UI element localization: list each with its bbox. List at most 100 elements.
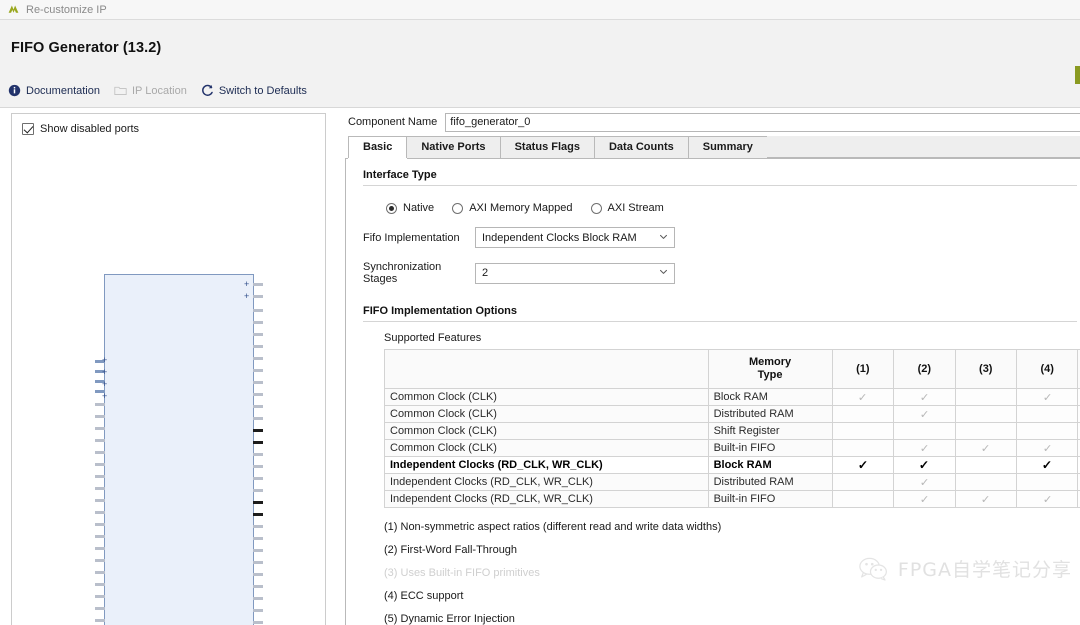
footnotes: (1) Non-symmetric aspect ratios (differe… bbox=[346, 508, 1080, 625]
cell-support-3 bbox=[954, 388, 1018, 406]
cell-support-3: ✓ bbox=[954, 439, 1018, 457]
documentation-button[interactable]: Documentation bbox=[8, 84, 100, 97]
cell-support-2: ✓ bbox=[893, 439, 956, 457]
cell-support-1: ✓ bbox=[831, 388, 895, 406]
cell-support-4 bbox=[1015, 473, 1079, 491]
header-toolbar: Documentation IP Location Switch to Defa… bbox=[8, 84, 307, 97]
check-icon: ✓ bbox=[980, 493, 991, 506]
switch-to-defaults-label: Switch to Defaults bbox=[218, 84, 307, 97]
ip-pin-left bbox=[95, 451, 105, 454]
ip-pin-right bbox=[253, 283, 263, 286]
table-row: Independent Clocks (RD_CLK, WR_CLK) Distr… bbox=[384, 473, 1080, 491]
component-name-label: Component Name bbox=[348, 116, 438, 128]
ip-pin-left bbox=[95, 403, 105, 406]
check-icon: ✓ bbox=[919, 408, 930, 421]
interface-type-radio-group: Native AXI Memory Mapped AXI Stream bbox=[346, 186, 1080, 214]
chevron-down-icon bbox=[659, 232, 668, 244]
dialog-body: Show disabled ports + + + + + + Component Na… bbox=[0, 108, 1080, 625]
col-memory-type-line1: Memory bbox=[748, 356, 792, 368]
radio-axi-stream[interactable] bbox=[590, 202, 602, 214]
component-name-input[interactable] bbox=[445, 112, 1080, 132]
ip-pin-right bbox=[253, 309, 263, 312]
synchronization-stages-label: Synchronization Stages bbox=[363, 261, 442, 285]
cell-memory-type: Built-in FIFO bbox=[707, 490, 833, 508]
col-4: (4) bbox=[1015, 349, 1079, 389]
expand-bus-icon[interactable]: + bbox=[102, 380, 107, 389]
cell-feature: Common Clock (CLK) bbox=[384, 405, 709, 423]
cell-memory-type: Distributed RAM bbox=[707, 473, 833, 491]
config-panel: Component Name Basic Native Ports Status… bbox=[345, 112, 1080, 625]
ip-pin-right bbox=[253, 609, 263, 612]
ip-pin-right bbox=[253, 453, 263, 456]
table-row: Common Clock (CLK)Built-in FIFO✓✓✓✓ bbox=[384, 439, 1080, 457]
show-disabled-ports-label: Show disabled ports bbox=[40, 123, 140, 135]
cell-feature: Independent Clocks (RD_CLK, WR_CLK) bbox=[384, 473, 709, 491]
table-row: Common Clock (CLK)Block RAM✓✓✓✓ bbox=[384, 388, 1080, 406]
ip-pin-right bbox=[253, 537, 263, 540]
check-icon: ✓ bbox=[1042, 391, 1053, 404]
table-header-row: Memory Type (1) (2) (3) (4) (5) bbox=[384, 349, 1080, 389]
table-row: Independent Clocks (RD_CLK, WR_CLK) Block… bbox=[384, 456, 1080, 474]
switch-to-defaults-button[interactable]: Switch to Defaults bbox=[201, 84, 307, 97]
ip-pin-right bbox=[253, 393, 263, 396]
radio-axi-memory-mapped[interactable] bbox=[452, 202, 464, 214]
fifo-implementation-value: Independent Clocks Block RAM bbox=[482, 231, 637, 244]
cell-support-3 bbox=[954, 473, 1018, 491]
ip-location-button[interactable]: IP Location bbox=[114, 84, 187, 97]
fifo-implementation-label: Fifo Implementation bbox=[363, 231, 460, 244]
expand-bus-icon[interactable]: + bbox=[102, 368, 107, 377]
synchronization-stages-row: Synchronization Stages 2 bbox=[346, 261, 1080, 285]
check-icon: ✓ bbox=[1042, 493, 1053, 506]
ip-pin-left bbox=[95, 607, 105, 610]
cell-feature: Common Clock (CLK) bbox=[384, 439, 709, 457]
ip-pin-left bbox=[95, 427, 105, 430]
tab-data-counts[interactable]: Data Counts bbox=[593, 136, 689, 158]
show-disabled-ports-checkbox[interactable] bbox=[22, 123, 34, 135]
cell-support-1 bbox=[831, 405, 895, 423]
ip-pin-right bbox=[253, 333, 263, 336]
ip-pin-right bbox=[253, 405, 263, 408]
cell-support-2 bbox=[893, 422, 956, 440]
ip-pin-left bbox=[95, 535, 105, 538]
cell-support-2: ✓ bbox=[893, 456, 956, 474]
ip-pin-right bbox=[253, 417, 263, 420]
ip-location-label: IP Location bbox=[132, 84, 187, 97]
tab-summary[interactable]: Summary bbox=[687, 136, 768, 158]
refresh-icon bbox=[201, 84, 214, 97]
ip-pin-right bbox=[253, 513, 263, 516]
radio-axi-memory-mapped-label: AXI Memory Mapped bbox=[469, 202, 573, 214]
fifo-implementation-combo[interactable]: Independent Clocks Block RAM bbox=[475, 227, 675, 248]
col-feature bbox=[384, 349, 709, 389]
ip-pin-right bbox=[253, 525, 263, 528]
tab-status-flags[interactable]: Status Flags bbox=[499, 136, 595, 158]
col-3: (3) bbox=[954, 349, 1018, 389]
cell-memory-type: Shift Register bbox=[707, 422, 833, 440]
tab-native-ports[interactable]: Native Ports bbox=[406, 136, 501, 158]
col-memory-type-line2: Type bbox=[757, 369, 783, 381]
cell-support-1 bbox=[831, 490, 895, 508]
ip-pin-left bbox=[95, 511, 105, 514]
cell-memory-type: Built-in FIFO bbox=[707, 439, 833, 457]
synchronization-stages-combo[interactable]: 2 bbox=[475, 262, 675, 284]
window-titlebar: Re-customize IP bbox=[0, 0, 1080, 20]
expand-bus-icon[interactable]: + bbox=[102, 356, 107, 365]
cell-support-3 bbox=[954, 422, 1018, 440]
cell-feature: Independent Clocks (RD_CLK, WR_CLK) bbox=[384, 490, 709, 508]
radio-axi-stream-label: AXI Stream bbox=[607, 202, 664, 214]
ip-pin-right bbox=[253, 465, 263, 468]
show-disabled-ports-row[interactable]: Show disabled ports bbox=[12, 114, 325, 135]
cell-feature: Common Clock (CLK) bbox=[384, 388, 709, 406]
expand-bus-icon[interactable]: + bbox=[244, 292, 249, 301]
expand-bus-icon[interactable]: + bbox=[102, 392, 107, 401]
ip-pin-right bbox=[253, 321, 263, 324]
check-icon: ✓ bbox=[919, 391, 930, 404]
cell-support-1 bbox=[831, 439, 895, 457]
expand-bus-icon[interactable]: + bbox=[244, 280, 249, 289]
cell-memory-type: Block RAM bbox=[707, 388, 833, 406]
cell-support-2: ✓ bbox=[893, 490, 956, 508]
footnote-4: (4) ECC support bbox=[384, 590, 464, 602]
check-icon: ✓ bbox=[980, 442, 991, 455]
tab-basic[interactable]: Basic bbox=[348, 136, 408, 158]
radio-native[interactable] bbox=[386, 202, 397, 214]
footnote-2: (2) First-Word Fall-Through bbox=[384, 544, 518, 556]
